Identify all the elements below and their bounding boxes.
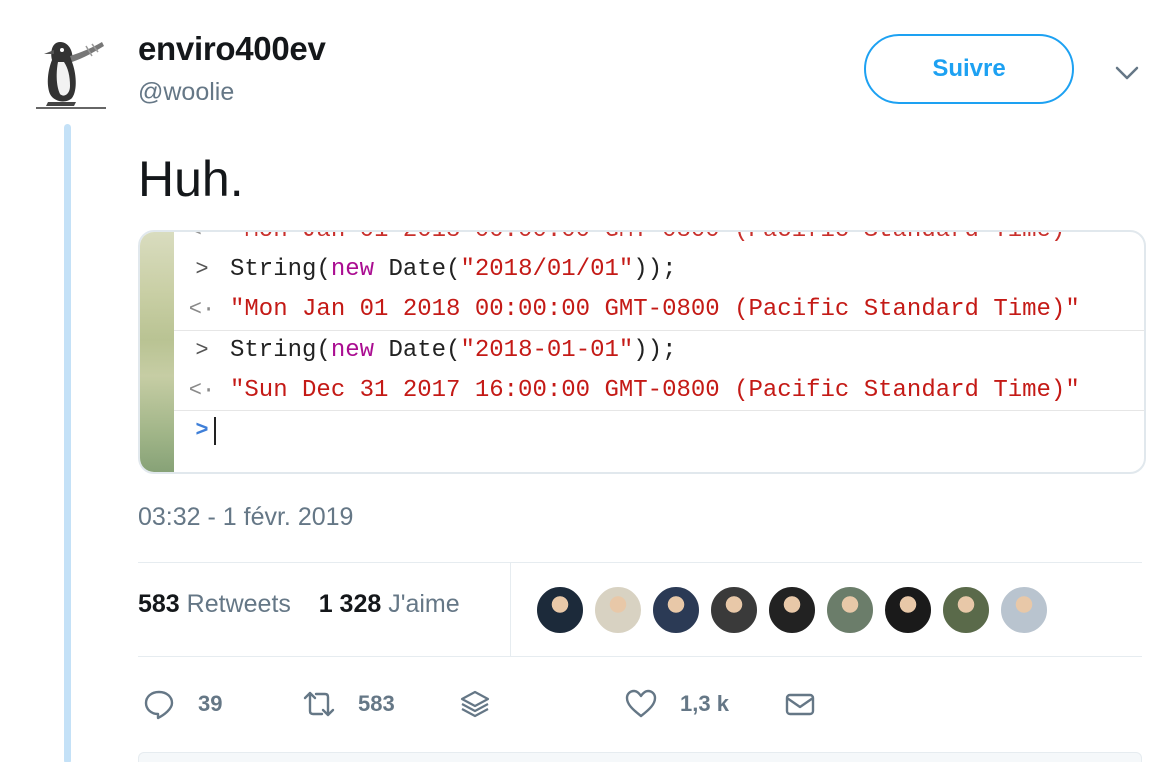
engagement-stats: 583 Retweets 1 328 J'aime	[138, 590, 460, 619]
text-cursor	[214, 416, 216, 445]
liker-avatar[interactable]	[941, 585, 991, 635]
console-output-line: <· "Mon Jan 01 2018 00:00:00 GMT-0800 (P…	[188, 295, 1080, 323]
tweet-timestamp[interactable]: 03:32 - 1 févr. 2019	[138, 503, 353, 532]
liker-avatar[interactable]	[709, 585, 759, 635]
tweet-text: Huh.	[138, 151, 244, 207]
penguin-avatar-icon	[30, 32, 110, 112]
console-output-line: <· "Sun Dec 31 2017 16:00:00 GMT-0800 (P…	[188, 376, 1080, 404]
console-input-line: > String(new Date("2018-01-01"));	[174, 330, 1144, 370]
reply-composer-box[interactable]	[138, 752, 1142, 762]
liker-avatar[interactable]	[651, 585, 701, 635]
devtools-console: <· "Mon Jan 01 2018 00:00:00 GMT-0800 (Pa…	[174, 232, 1144, 472]
retweets-stat[interactable]: 583 Retweets	[138, 590, 291, 618]
likes-stat[interactable]: 1 328 J'aime	[319, 590, 460, 618]
stats-divider	[510, 563, 511, 657]
reply-icon	[144, 690, 174, 720]
liker-avatar[interactable]	[593, 585, 643, 635]
liker-avatar[interactable]	[767, 585, 817, 635]
author-display-name[interactable]: enviro400ev	[138, 30, 326, 68]
stack-icon	[460, 690, 490, 718]
liker-avatar[interactable]	[999, 585, 1049, 635]
heart-icon	[625, 689, 657, 718]
tweet-actions: 39 583 1,3 k	[138, 682, 838, 726]
more-options-button[interactable]	[1112, 58, 1142, 88]
retweet-button[interactable]: 583	[302, 682, 395, 726]
follow-button[interactable]: Suivre	[864, 34, 1074, 104]
author-handle[interactable]: @woolie	[138, 78, 234, 107]
mail-icon	[785, 693, 815, 716]
reply-button[interactable]: 39	[142, 682, 222, 726]
divider	[138, 562, 1142, 563]
retweet-icon	[303, 691, 335, 717]
author-avatar[interactable]	[30, 32, 110, 112]
stack-button[interactable]	[458, 682, 492, 726]
divider	[138, 656, 1142, 657]
direct-message-button[interactable]	[783, 682, 817, 726]
console-clipped-line: <· "Mon Jan 01 2018 00:00:00 GMT-0800 (Pa…	[188, 230, 1080, 244]
liker-avatar[interactable]	[883, 585, 933, 635]
thread-line	[64, 124, 71, 762]
liker-avatar[interactable]	[825, 585, 875, 635]
tweet-media-image[interactable]: <· "Mon Jan 01 2018 00:00:00 GMT-0800 (Pa…	[138, 230, 1146, 474]
liker-avatar[interactable]	[535, 585, 585, 635]
console-input-line: > String(new Date("2018/01/01"));	[195, 255, 677, 283]
background-map-strip	[140, 232, 174, 472]
chevron-down-icon	[1115, 66, 1139, 80]
likers-avatars	[535, 585, 1057, 635]
like-button[interactable]: 1,3 k	[624, 682, 729, 726]
console-prompt-line: >	[174, 410, 1144, 450]
